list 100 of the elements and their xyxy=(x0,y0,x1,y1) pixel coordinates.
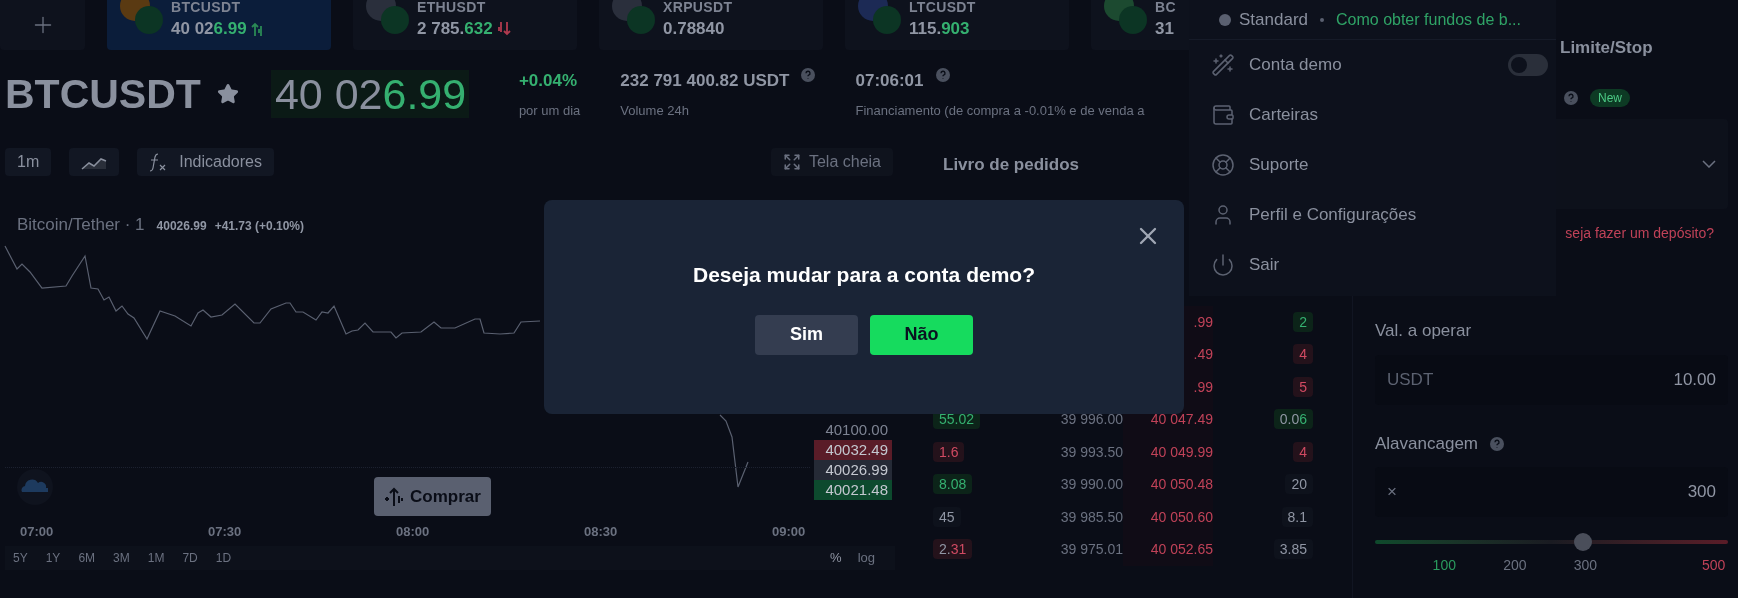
time-axis-label: 09:00 xyxy=(772,523,806,541)
size-cell: 2 xyxy=(1293,311,1313,332)
slider-mark: 100 xyxy=(1432,555,1456,575)
stat-label: por um dia xyxy=(518,101,581,120)
price-tag: 40026.99 xyxy=(814,460,892,480)
ticker-symbol: BTCUSDT xyxy=(171,0,242,14)
ask-price: .99 xyxy=(1193,312,1213,332)
cancel-button[interactable]: Não xyxy=(870,314,973,355)
instrument-symbol: BTCUSDT xyxy=(5,73,201,115)
new-badge: New xyxy=(1590,88,1630,107)
bid-price: 39 975.01 xyxy=(1060,541,1123,558)
scale-option[interactable]: log xyxy=(857,548,875,568)
ticker-symbol: XRPUSDT xyxy=(663,0,733,14)
ask-price: 40 050.60 xyxy=(1150,507,1213,527)
amount-label: Val. a operar xyxy=(1375,319,1473,342)
menu-item-icon xyxy=(1211,53,1235,77)
ticker-tab[interactable]: ETHUSDT 2 785.632 xyxy=(353,0,577,50)
range-option[interactable]: 1M xyxy=(147,549,165,567)
time-axis-label: 08:30 xyxy=(584,523,618,541)
time-axis-label: 07:30 xyxy=(208,523,242,541)
confirm-button[interactable]: Sim xyxy=(755,314,858,355)
help-icon[interactable] xyxy=(1490,436,1504,451)
range-option[interactable]: 6M xyxy=(78,549,96,567)
chart-legend-price: 40026.99 xyxy=(156,218,207,235)
size-cell: 5 xyxy=(1293,376,1313,397)
chart-type-button[interactable] xyxy=(69,148,120,176)
deposit-link[interactable]: seja fazer um depósito? xyxy=(1565,222,1714,244)
ticker-price: 31 xyxy=(1155,20,1174,37)
ticker-price: 115.903 xyxy=(909,20,970,37)
ticker-symbol: LTCUSDT xyxy=(909,0,976,14)
slider-mark: 500 xyxy=(1702,555,1726,575)
slider-mark: 200 xyxy=(1503,555,1527,575)
leverage-label: Alavancagem xyxy=(1375,433,1478,455)
chevron-down-icon xyxy=(1702,159,1716,168)
menu-item[interactable]: Sair xyxy=(1189,240,1556,290)
leverage-field[interactable]: × 300 xyxy=(1375,466,1728,517)
price-tag: 40100.00 xyxy=(814,420,892,440)
chart-legend-title: Bitcoin/Tether · 1 xyxy=(17,214,145,236)
scale-option[interactable]: % xyxy=(830,548,842,568)
menu-item[interactable]: Perfil e Configurações xyxy=(1189,190,1556,240)
menu-item-icon xyxy=(1211,153,1235,177)
bid-price: 39 985.50 xyxy=(1060,508,1123,525)
slider-thumb[interactable] xyxy=(1574,532,1593,551)
size-cell: 3.85 xyxy=(1273,539,1313,560)
help-icon[interactable] xyxy=(935,68,950,82)
star-icon[interactable] xyxy=(216,83,239,105)
indicators-button[interactable]: Indicadores xyxy=(137,148,274,176)
order-type-tab[interactable]: Limite/Stop xyxy=(1560,35,1728,61)
ticker-price: 40 026.99 xyxy=(171,20,247,37)
range-option[interactable]: 3M xyxy=(113,549,130,567)
stat-value: +0.04% xyxy=(518,70,577,92)
leverage-slider[interactable] xyxy=(1375,532,1728,551)
price-tag: 40021.48 xyxy=(814,480,892,500)
bid-price: 39 993.50 xyxy=(1060,443,1123,460)
time-axis-label: 07:00 xyxy=(20,523,54,541)
ticker-symbol: BC xyxy=(1155,0,1176,14)
ticker-tab[interactable]: BTCUSDT 40 026.99 xyxy=(107,0,331,50)
function-icon xyxy=(149,152,168,172)
funding-link[interactable]: Como obter fundos de b... xyxy=(1336,7,1521,32)
demo-toggle[interactable] xyxy=(1508,54,1548,76)
range-option[interactable]: 7D xyxy=(182,549,198,567)
fullscreen-button[interactable]: Tela cheia xyxy=(770,148,893,176)
time-axis-label: 08:00 xyxy=(396,523,430,541)
stat-label: Volume 24h xyxy=(620,101,690,120)
size-cell: 0.06 xyxy=(1273,409,1313,430)
chart-legend-change: +41.73 (+0.10%) xyxy=(214,218,305,235)
slider-mark: 300 xyxy=(1573,555,1598,575)
range-option[interactable]: 1D xyxy=(215,549,232,567)
plan-name: Standard xyxy=(1239,8,1308,31)
help-icon[interactable] xyxy=(1564,90,1578,105)
ticker-price: 2 785.632 xyxy=(417,20,493,37)
menu-item[interactable]: Carteiras xyxy=(1189,90,1556,140)
menu-item[interactable]: Suporte xyxy=(1189,140,1556,190)
ask-price: .99 xyxy=(1193,377,1213,397)
price-tag: 40032.49 xyxy=(814,440,892,460)
range-option[interactable]: 5Y xyxy=(13,549,28,567)
ticker-tab[interactable]: LTCUSDT 115.903 xyxy=(845,0,1069,50)
ask-price: 40 052.65 xyxy=(1150,540,1213,560)
cloud-icon[interactable] xyxy=(15,469,55,505)
ticker-price: 0.78840 xyxy=(663,20,725,37)
dialog-question: Deseja mudar para a conta demo? xyxy=(693,262,1035,288)
stat-label: Financiamento (de compra a -0.01% e de venda a xyxy=(855,101,1145,120)
ask-price: .49 xyxy=(1193,345,1213,365)
range-option[interactable]: 1Y xyxy=(45,549,61,567)
ask-price: 40 050.48 xyxy=(1150,475,1213,495)
size-cell: 20 xyxy=(1285,474,1313,495)
bid-price: 39 996.00 xyxy=(1060,411,1123,428)
size-cell: 1.6 xyxy=(933,441,965,462)
interval-button[interactable]: 1m xyxy=(5,148,52,176)
menu-item-icon xyxy=(1211,103,1235,127)
buy-button[interactable]: Comprar xyxy=(374,477,491,516)
help-icon[interactable] xyxy=(801,68,816,82)
size-cell: 8.1 xyxy=(1281,506,1313,527)
ask-price: 40 049.99 xyxy=(1150,442,1213,462)
stat-value: 232 791 400.82 USDT xyxy=(620,70,790,92)
amount-field[interactable]: USDT 10.00 xyxy=(1375,355,1728,405)
size-cell: 4 xyxy=(1293,441,1313,462)
menu-item[interactable]: Conta demo xyxy=(1189,40,1556,90)
ticker-tab[interactable]: XRPUSDT 0.78840 xyxy=(599,0,823,50)
order-book-title: Livro de pedidos xyxy=(943,154,1080,176)
